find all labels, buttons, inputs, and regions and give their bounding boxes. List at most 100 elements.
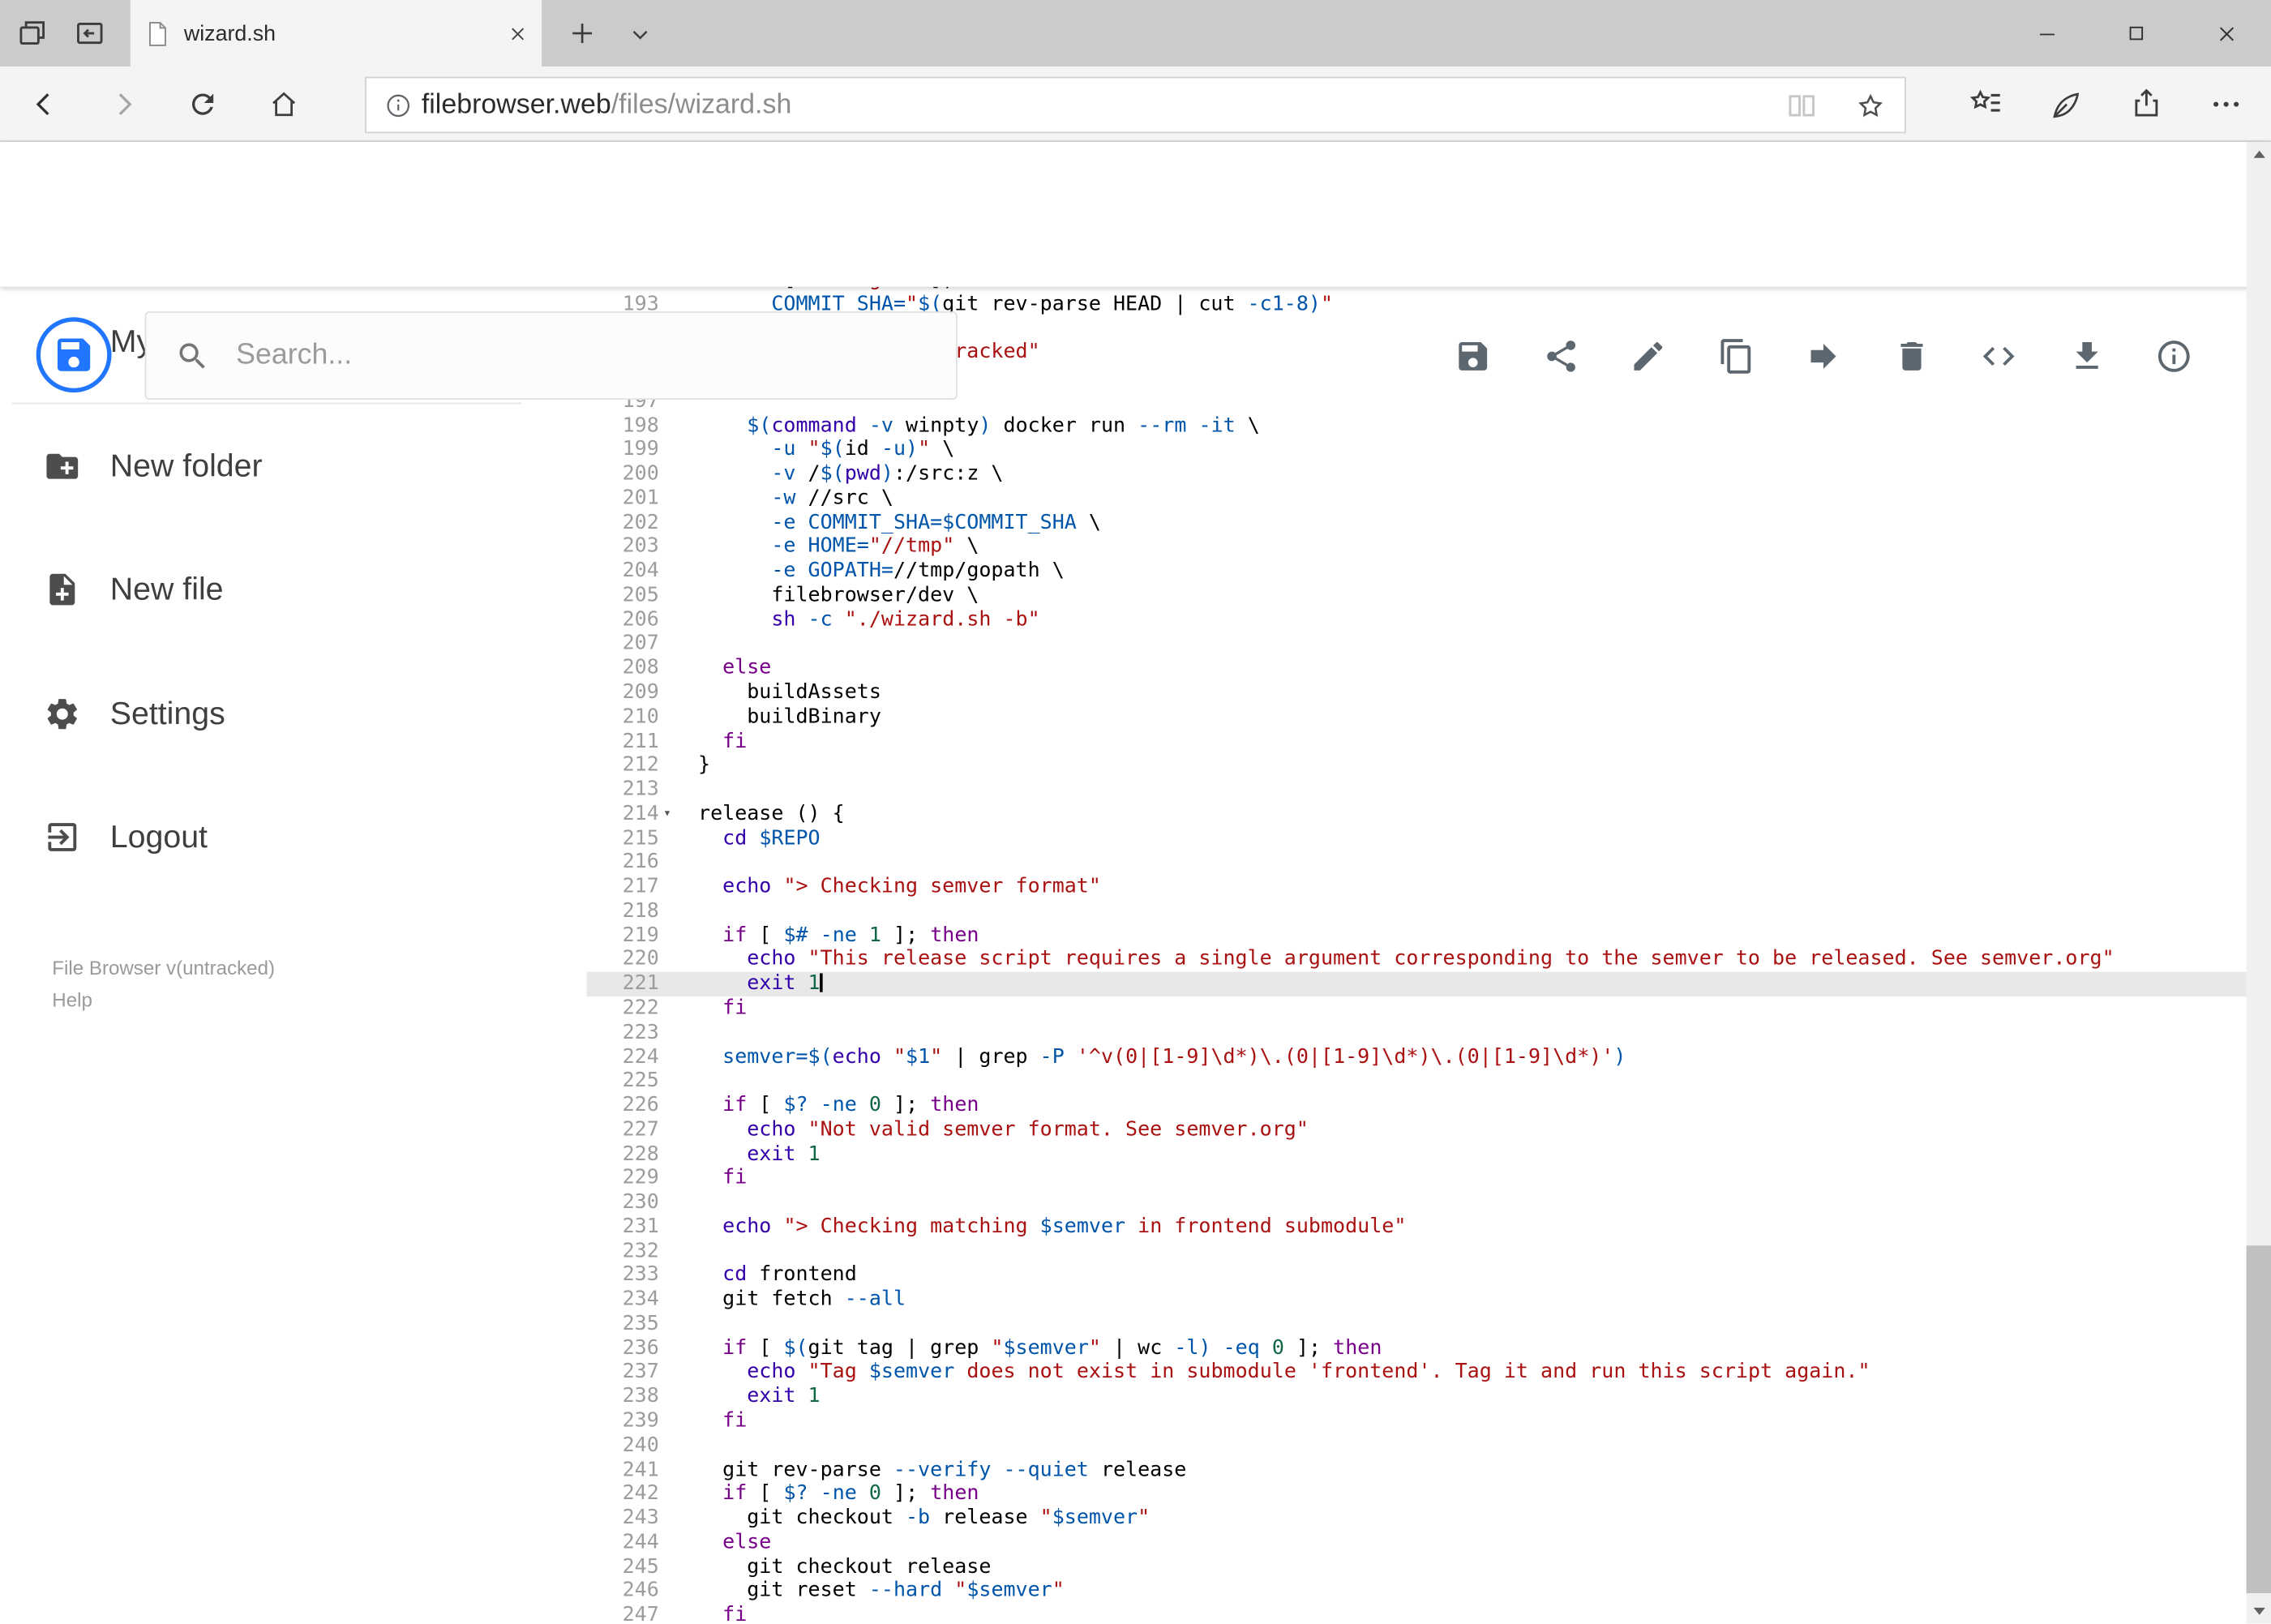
reading-view-icon[interactable] <box>1785 88 1819 123</box>
code-text[interactable]: git fetch --all <box>659 1288 906 1312</box>
code-text[interactable]: buildBinary <box>659 705 881 730</box>
line-number[interactable]: 242 <box>586 1482 659 1506</box>
code-text[interactable]: sh -c "./wizard.sh -b" <box>659 608 1039 632</box>
line-number[interactable]: 234 <box>586 1288 659 1312</box>
code-text[interactable]: buildAssets <box>659 681 881 705</box>
code-text[interactable]: } <box>659 753 710 778</box>
code-text[interactable] <box>659 1239 698 1263</box>
code-text[interactable] <box>659 899 698 923</box>
line-number[interactable]: 227 <box>586 1118 659 1142</box>
rename-button[interactable] <box>1605 336 1692 376</box>
code-text[interactable]: -u "$(id -u)" \ <box>659 438 954 462</box>
line-number[interactable]: 211 <box>586 730 659 754</box>
favorites-hub-icon[interactable] <box>1969 85 2005 122</box>
line-number[interactable]: 210 <box>586 705 659 730</box>
code-line[interactable]: 230 <box>586 1191 2246 1215</box>
line-number[interactable]: 192 <box>586 287 659 293</box>
line-number[interactable]: 207 <box>586 632 659 657</box>
help-link[interactable]: Help <box>52 985 275 1017</box>
line-number[interactable]: 230 <box>586 1191 659 1215</box>
scrollbar-thumb[interactable] <box>2246 1245 2271 1593</box>
new-tab-button[interactable] <box>562 13 602 54</box>
line-number[interactable]: 225 <box>586 1069 659 1094</box>
code-line[interactable]: 214 ▾ release () { <box>586 802 2246 826</box>
code-line[interactable]: 225 <box>586 1069 2246 1094</box>
tab-list-button[interactable] <box>623 17 658 52</box>
line-number[interactable]: 198 <box>586 413 659 438</box>
line-number[interactable]: 208 <box>586 657 659 681</box>
search-input[interactable] <box>233 337 848 374</box>
code-line[interactable]: 202 -e COMMIT_SHA=$COMMIT_SHA \ <box>586 511 2246 535</box>
line-number[interactable]: 221 <box>586 972 659 996</box>
code-line[interactable]: 223 <box>586 1021 2246 1045</box>
forward-button[interactable] <box>107 87 142 122</box>
line-number[interactable]: 217 <box>586 875 659 899</box>
code-text[interactable]: cd $REPO <box>659 826 820 851</box>
app-logo[interactable] <box>36 317 112 393</box>
code-line[interactable]: 219 if [ $# -ne 1 ]; then <box>586 923 2246 948</box>
browser-tab[interactable]: wizard.sh <box>130 0 542 67</box>
code-text[interactable]: cd frontend <box>659 1263 857 1288</box>
code-text[interactable]: echo "> Checking matching $semver in fro… <box>659 1215 1406 1239</box>
code-text[interactable]: exit 1 <box>659 1385 820 1409</box>
url-box[interactable]: filebrowser.web/files/wizard.sh <box>365 76 1906 134</box>
code-line[interactable]: 229 fi <box>586 1167 2246 1191</box>
code-line[interactable]: 243 git checkout -b release "$semver" <box>586 1506 2246 1531</box>
line-number[interactable]: 206 <box>586 608 659 632</box>
code-line[interactable]: 204 -e GOPATH=//tmp/gopath \ <box>586 559 2246 584</box>
code-line[interactable]: 216 <box>586 851 2246 875</box>
line-number[interactable]: 212 <box>586 753 659 778</box>
code-text[interactable]: release () { <box>659 802 845 826</box>
code-text[interactable]: echo "This release script requires a sin… <box>659 948 2114 972</box>
scroll-down-icon[interactable] <box>2252 1607 2265 1615</box>
vertical-scrollbar[interactable] <box>2246 142 2271 1624</box>
tab-preview-icon[interactable] <box>15 16 49 51</box>
code-text[interactable]: exit 1 <box>659 972 822 996</box>
copy-button[interactable] <box>1692 336 1780 376</box>
code-line[interactable]: 209 buildAssets <box>586 681 2246 705</box>
line-number[interactable]: 213 <box>586 778 659 802</box>
refresh-button[interactable] <box>186 87 221 122</box>
code-text[interactable]: if [ -d ".git" ]; then <box>659 287 1015 293</box>
code-text[interactable]: fi <box>659 1167 747 1191</box>
line-number[interactable]: 222 <box>586 996 659 1021</box>
line-number[interactable]: 214 ▾ <box>586 802 671 826</box>
code-text[interactable]: semver=$(echo "$1" | grep -P '^v(0|[1-9]… <box>659 1045 1626 1069</box>
web-note-icon[interactable] <box>2050 86 2085 121</box>
code-text[interactable]: else <box>659 657 771 681</box>
fold-marker-icon[interactable]: ▾ <box>663 802 671 826</box>
line-number[interactable]: 224 <box>586 1045 659 1069</box>
line-number[interactable]: 241 <box>586 1458 659 1482</box>
code-text[interactable]: git checkout -b release "$semver" <box>659 1506 1150 1531</box>
code-line[interactable]: 221 exit 1 <box>586 972 2247 996</box>
code-line[interactable]: 220 echo "This release script requires a… <box>586 948 2246 972</box>
code-line[interactable]: 217 echo "> Checking semver format" <box>586 875 2246 899</box>
tab-close-icon[interactable] <box>508 24 527 42</box>
line-number[interactable]: 232 <box>586 1239 659 1263</box>
line-number[interactable]: 235 <box>586 1312 659 1336</box>
raw-code-button[interactable] <box>1956 336 2043 376</box>
sidebar-item-new-folder[interactable]: New folder <box>0 431 551 503</box>
code-text[interactable]: git rev-parse --verify --quiet release <box>659 1458 1186 1482</box>
code-text[interactable] <box>659 851 698 875</box>
code-text[interactable] <box>659 778 698 802</box>
line-number[interactable]: 223 <box>586 1021 659 1045</box>
code-line[interactable]: 212} <box>586 753 2246 778</box>
minimize-button[interactable] <box>2002 0 2092 66</box>
code-line[interactable]: 239 fi <box>586 1409 2246 1433</box>
scroll-up-icon[interactable] <box>2252 150 2265 158</box>
sidebar-item-logout[interactable]: Logout <box>0 801 551 873</box>
line-number[interactable]: 231 <box>586 1215 659 1239</box>
line-number[interactable]: 209 <box>586 681 659 705</box>
code-line[interactable]: 244 else <box>586 1531 2246 1555</box>
move-button[interactable] <box>1780 336 1867 376</box>
line-number[interactable]: 202 <box>586 511 659 535</box>
code-text[interactable] <box>659 632 698 657</box>
code-text[interactable]: -v /$(pwd):/src:z \ <box>659 462 1003 486</box>
line-number[interactable]: 218 <box>586 899 659 923</box>
code-text[interactable] <box>659 1191 698 1215</box>
code-line[interactable]: 227 echo "Not valid semver format. See s… <box>586 1118 2246 1142</box>
code-text[interactable]: $(command -v winpty) docker run --rm -it… <box>659 413 1260 438</box>
code-line[interactable]: 215 cd $REPO <box>586 826 2246 851</box>
code-line[interactable]: 213 <box>586 778 2246 802</box>
